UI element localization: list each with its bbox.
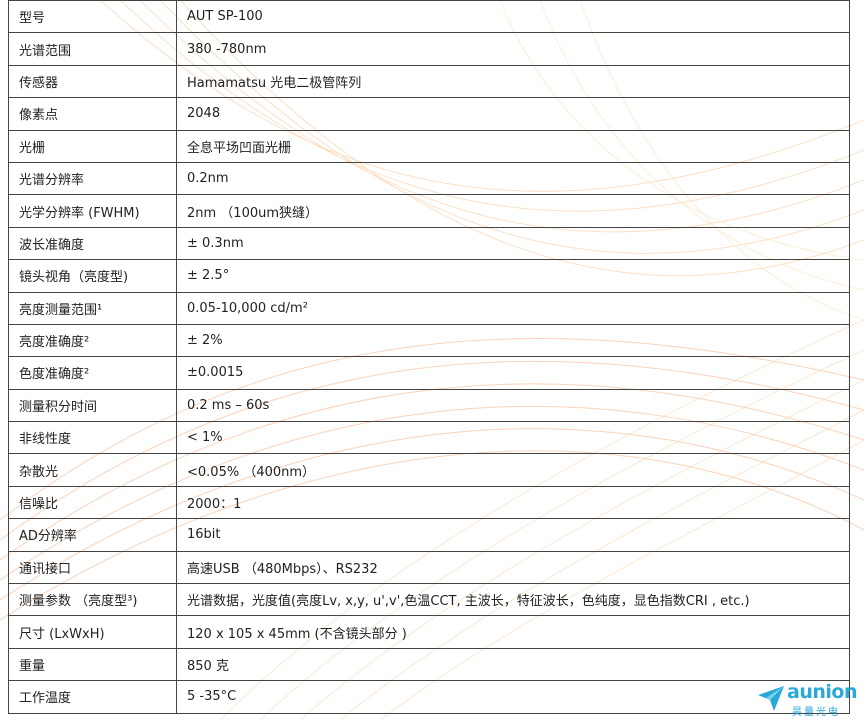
spec-value: 0.05-10,000 cd/m² (176, 291, 850, 325)
spec-value: ±0.0015 (176, 356, 850, 390)
spec-label: 通讯接口 (8, 550, 177, 585)
spec-label: AD分辨率 (8, 518, 177, 552)
spec-label: 工作温度 (8, 680, 177, 714)
spec-value: 高速USB （480Mbps）、RS232 (176, 550, 850, 585)
spec-label: 测量积分时间 (8, 388, 177, 423)
spec-row: 光谱分辨率 0.2nm (8, 161, 850, 196)
spec-value: <0.05% （400nm） (176, 453, 850, 487)
spec-label: 光栅 (8, 129, 177, 163)
spec-label: 信噪比 (8, 485, 177, 520)
spec-label: 杂散光 (8, 453, 177, 487)
spec-label: 测量参数 （亮度型³) (8, 583, 177, 617)
spec-row: 测量积分时间 0.2 ms – 60s (8, 388, 850, 423)
spec-row: 镜头视角（亮度型) ± 2.5° (8, 259, 850, 293)
spec-value: < 1% (176, 421, 850, 455)
spec-label: 重量 (8, 647, 177, 682)
spec-label: 色度准确度² (8, 356, 177, 390)
spec-row: 信噪比 2000：1 (8, 485, 850, 520)
spec-value: 850 克 (176, 647, 850, 682)
spec-label: 亮度准确度² (8, 323, 177, 358)
spec-label: 非线性度 (8, 421, 177, 455)
spec-row: 型号 AUT SP-100 (8, 0, 850, 34)
spec-row: 光学分辨率 (FWHM) 2nm （100um狭缝） (8, 194, 850, 228)
spec-row: 像素点 2048 (8, 97, 850, 131)
spec-row: 亮度准确度² ± 2% (8, 323, 850, 358)
spec-label: 像素点 (8, 97, 177, 131)
spec-value: 120 x 105 x 45mm (不含镜头部分 ) (176, 615, 850, 649)
spec-value: 0.2 ms – 60s (176, 388, 850, 423)
spec-row: 杂散光 <0.05% （400nm） (8, 453, 850, 487)
spec-row: AD分辨率 16bit (8, 518, 850, 552)
spec-value: 0.2nm (176, 161, 850, 196)
spec-label: 传感器 (8, 64, 177, 99)
spec-value: 2048 (176, 97, 850, 131)
spec-row: 色度准确度² ±0.0015 (8, 356, 850, 390)
spec-row: 亮度测量范围¹ 0.05-10,000 cd/m² (8, 291, 850, 325)
spec-row: 光栅 全息平场凹面光栅 (8, 129, 850, 163)
spec-value: 光谱数据，光度值(亮度Lv, x,y, u',v',色温CCT, 主波长，特征波… (176, 583, 850, 617)
paper-plane-icon (758, 686, 784, 711)
spec-row: 传感器 Hamamatsu 光电二极管阵列 (8, 64, 850, 99)
brand-logo: aunion 昊量光电 (756, 681, 860, 718)
spec-value: AUT SP-100 (176, 0, 850, 34)
spec-row: 波长准确度 ± 0.3nm (8, 226, 850, 261)
spec-label: 亮度测量范围¹ (8, 291, 177, 325)
spec-label: 尺寸 (LxWxH) (8, 615, 177, 649)
spec-value: ± 2% (176, 323, 850, 358)
spec-row: 尺寸 (LxWxH) 120 x 105 x 45mm (不含镜头部分 ) (8, 615, 850, 649)
spec-label: 光谱范围 (8, 32, 177, 66)
spec-row: 重量 850 克 (8, 647, 850, 682)
spec-value: Hamamatsu 光电二极管阵列 (176, 64, 850, 99)
logo-subtitle: 昊量光电 (792, 707, 840, 718)
spec-label: 型号 (8, 0, 177, 34)
spec-value: ± 2.5° (176, 259, 850, 293)
spec-row: 工作温度 5 -35°C (8, 680, 850, 714)
spec-table: 型号 AUT SP-100 光谱范围 380 -780nm 传感器 Hamamatsu 光… (8, 0, 850, 714)
spec-value: 全息平场凹面光栅 (176, 129, 850, 163)
spec-value: ± 0.3nm (176, 226, 850, 261)
spec-row: 通讯接口 高速USB （480Mbps）、RS232 (8, 550, 850, 585)
spec-label: 光学分辨率 (FWHM) (8, 194, 177, 228)
spec-value: 2nm （100um狭缝） (176, 194, 850, 228)
logo-wordmark: aunion (787, 681, 857, 703)
spec-row: 测量参数 （亮度型³) 光谱数据，光度值(亮度Lv, x,y, u',v',色温C… (8, 583, 850, 617)
spec-label: 光谱分辨率 (8, 161, 177, 196)
spec-label: 波长准确度 (8, 226, 177, 261)
spec-value: 380 -780nm (176, 32, 850, 66)
spec-value: 5 -35°C (176, 680, 850, 714)
spec-row: 非线性度 < 1% (8, 421, 850, 455)
spec-row: 光谱范围 380 -780nm (8, 32, 850, 66)
spec-value: 16bit (176, 518, 850, 552)
spec-label: 镜头视角（亮度型) (8, 259, 177, 293)
spec-value: 2000：1 (176, 485, 850, 520)
